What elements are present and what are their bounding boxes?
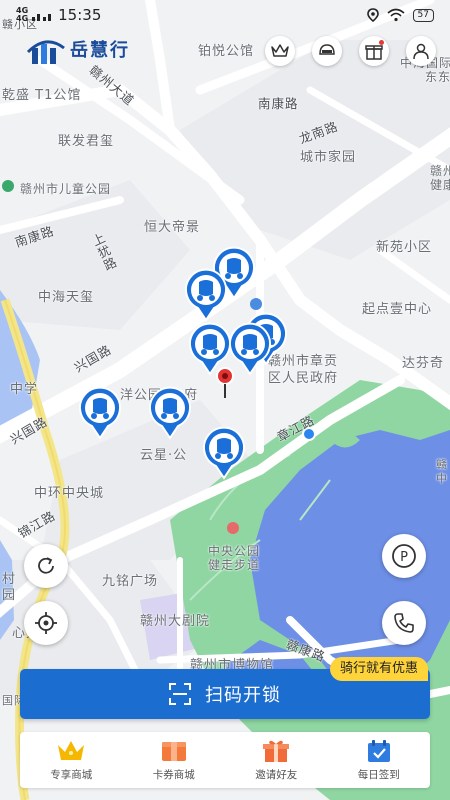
map-label: 中环中央城 <box>34 486 105 501</box>
nav-item-invite-friends[interactable]: 邀请好友 <box>225 732 328 788</box>
scooter-marker-icon <box>79 386 121 440</box>
map-label: 健走步道 <box>208 558 261 572</box>
parking-button[interactable]: P <box>382 534 426 578</box>
scan-icon <box>169 683 191 705</box>
gift-box-icon <box>263 740 290 762</box>
helmet-button[interactable] <box>312 36 342 66</box>
location-pin-icon <box>216 367 234 398</box>
map-label: 中学 <box>10 382 39 397</box>
logo-text: 岳慧行 <box>70 40 130 61</box>
bottom-nav: 专享商城 卡券商城 邀请好友 每日签到 <box>20 732 430 788</box>
bike-marker[interactable] <box>78 386 122 440</box>
gift-button[interactable] <box>359 36 389 66</box>
nav-label: 邀请好友 <box>255 768 298 781</box>
nav-item-exclusive-mall[interactable]: 专享商城 <box>20 732 123 788</box>
header-actions <box>265 36 436 66</box>
crown-icon <box>58 740 85 760</box>
locate-button[interactable] <box>24 601 68 645</box>
map-label: 赣州市儿童公园 <box>20 182 112 196</box>
location-status-icon <box>366 8 379 22</box>
map-label: 中 <box>436 472 448 485</box>
map-label: 恒大帝景 <box>144 220 201 235</box>
map-label: 南康路 <box>258 96 299 111</box>
map-label: 东东 <box>425 70 450 84</box>
map-label: 园 <box>2 588 17 603</box>
app-logo: 岳慧行 <box>26 32 130 66</box>
helmet-icon <box>319 44 335 55</box>
bike-marker[interactable] <box>202 426 246 480</box>
nav-label: 每日签到 <box>357 768 400 781</box>
map-label: 城市家园 <box>300 150 357 165</box>
parking-letter: P <box>400 550 408 565</box>
map-label: 铂悦公馆 <box>198 44 255 59</box>
wifi-icon <box>387 8 405 22</box>
battery-level: 57 <box>412 8 434 22</box>
map-label: 达芬奇 <box>402 356 445 371</box>
map-label: 乾盛 T1公馆 <box>2 88 82 103</box>
map-label: 新苑小区 <box>376 240 433 255</box>
phone-icon <box>394 613 414 633</box>
map-label: 联发君玺 <box>58 134 115 149</box>
map-label: 九铭广场 <box>102 574 159 589</box>
logo-mark-icon <box>26 40 65 64</box>
clock: 15:35 <box>58 6 102 24</box>
scooter-marker-icon <box>203 426 245 480</box>
bike-marker[interactable] <box>148 386 192 440</box>
network-indicator: 4G 4G <box>16 7 28 23</box>
scooter-marker-icon <box>149 386 191 440</box>
calendar-check-icon <box>367 739 390 762</box>
crown-icon <box>271 44 289 57</box>
user-icon <box>413 43 429 60</box>
locate-icon <box>35 612 57 634</box>
map-label: 健康 <box>430 178 450 192</box>
refresh-icon <box>38 557 54 574</box>
scan-unlock-label: 扫码开锁 <box>205 685 281 706</box>
nav-label: 专享商城 <box>50 768 93 781</box>
map-label: 区人民政府 <box>268 371 339 386</box>
phone-button[interactable] <box>382 601 426 645</box>
signal-icon <box>32 14 52 21</box>
map-label: 中海天玺 <box>38 290 95 305</box>
status-bar: 4G 4G 15:35 57 <box>0 0 450 30</box>
promo-badge[interactable]: 骑行就有优惠 <box>329 657 428 681</box>
map-label: 赣州大剧院 <box>140 614 211 629</box>
map-label: 云星·公 <box>140 448 188 463</box>
map-label: 起点壹中心 <box>362 302 433 317</box>
parking-icon: P <box>392 544 416 568</box>
nav-item-daily-checkin[interactable]: 每日签到 <box>328 732 431 788</box>
notification-dot <box>379 40 384 45</box>
scooter-marker-icon <box>185 268 227 322</box>
nav-label: 卡券商城 <box>152 768 195 781</box>
refresh-button[interactable] <box>24 544 68 588</box>
vip-button[interactable] <box>265 36 295 66</box>
bike-marker[interactable] <box>184 268 228 322</box>
coupon-box-icon <box>161 741 186 761</box>
network-label: 4G <box>16 14 29 23</box>
profile-button[interactable] <box>406 36 436 66</box>
nav-item-coupon-mall[interactable]: 卡券商城 <box>123 732 226 788</box>
